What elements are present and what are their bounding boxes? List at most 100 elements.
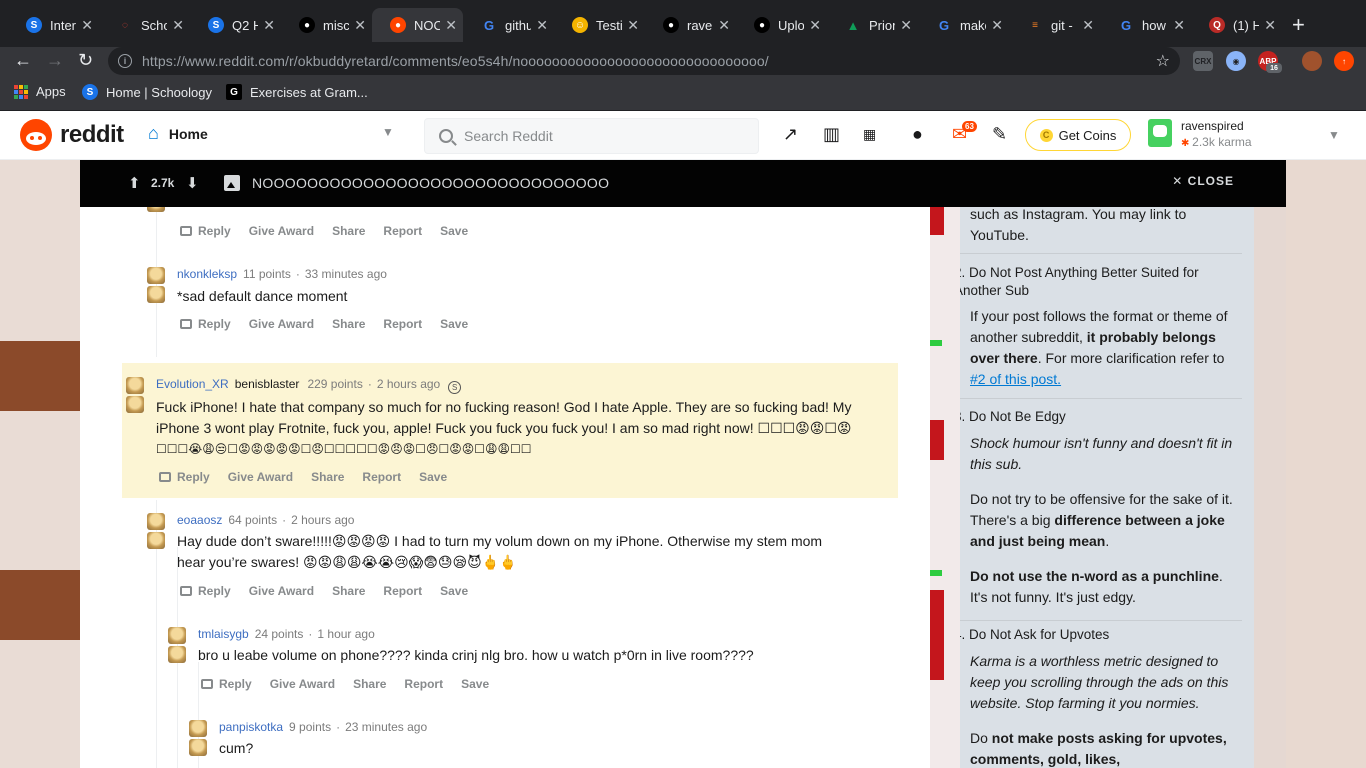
comment-author[interactable]: tmlaisygb — [198, 627, 249, 641]
bookmark-gram[interactable]: G Exercises at Gram... — [226, 84, 368, 100]
back-icon[interactable]: ← — [14, 50, 32, 71]
report-button[interactable]: Report — [383, 317, 422, 331]
close-tab-icon[interactable]: ✕ — [991, 17, 1003, 34]
leaderboard-icon[interactable]: ▥ — [823, 125, 840, 143]
reload-icon[interactable]: ↻ — [78, 50, 93, 71]
browser-tab[interactable]: ● NOO ✕ — [372, 8, 463, 42]
browser-tab[interactable]: S Q2 H ✕ — [190, 8, 281, 42]
report-button[interactable]: Report — [383, 584, 422, 598]
trending-icon[interactable]: ↗ — [783, 125, 798, 143]
bookmark-schoology[interactable]: S Home | Schoology — [82, 84, 212, 100]
close-tab-icon[interactable]: ✕ — [1173, 17, 1185, 34]
reply-button[interactable]: Reply — [159, 470, 210, 484]
silver-award-icon[interactable]: S — [448, 381, 462, 394]
crx-extension-icon[interactable]: CRX — [1193, 51, 1213, 71]
comment-author[interactable]: eoaaosz — [177, 513, 222, 527]
share-button[interactable]: Share — [332, 584, 365, 598]
reply-button[interactable]: Reply — [180, 317, 231, 331]
browser-tab[interactable]: ≡ git - ✕ — [1009, 8, 1100, 42]
user-avatar[interactable] — [189, 720, 207, 756]
give-award-button[interactable]: Give Award — [249, 317, 314, 331]
browser-tab[interactable]: Q (1) H ✕ — [1191, 8, 1282, 42]
user-menu[interactable]: ravenspired ✱ 2.3k karma — [1148, 119, 1252, 149]
bookmark-star-icon[interactable]: ☆ — [1156, 51, 1170, 71]
close-tab-icon[interactable]: ✕ — [718, 17, 730, 34]
search-input[interactable] — [464, 128, 744, 144]
comment-author[interactable]: nkonkleksp — [177, 267, 237, 281]
report-button[interactable]: Report — [383, 224, 422, 238]
user-avatar[interactable] — [147, 513, 165, 549]
close-tab-icon[interactable]: ✕ — [900, 17, 912, 34]
save-button[interactable]: Save — [440, 317, 468, 331]
save-button[interactable]: Save — [440, 584, 468, 598]
comment-time[interactable]: 1 hour ago — [317, 627, 374, 641]
chat-icon[interactable]: ● — [912, 125, 923, 143]
browser-tab[interactable]: S Inter ✕ — [8, 8, 99, 42]
comment-time[interactable]: 33 minutes ago — [305, 267, 387, 281]
extension-icon[interactable]: ◉ — [1226, 51, 1246, 71]
address-bar[interactable]: i https://www.reddit.com/r/okbuddyretard… — [108, 47, 1180, 75]
reply-button[interactable]: Reply — [180, 224, 231, 238]
close-tab-icon[interactable]: ✕ — [1264, 17, 1276, 34]
downvote-icon[interactable]: ⬇ — [186, 174, 199, 192]
get-coins-button[interactable]: C Get Coins — [1025, 119, 1131, 151]
search-bar[interactable] — [424, 118, 759, 154]
close-tab-icon[interactable]: ✕ — [1082, 17, 1094, 34]
share-button[interactable]: Share — [332, 317, 365, 331]
upvote-icon[interactable]: ⬆ — [128, 174, 141, 192]
close-tab-icon[interactable]: ✕ — [445, 17, 457, 34]
save-button[interactable]: Save — [419, 470, 447, 484]
profile-avatar[interactable] — [1302, 51, 1322, 71]
share-button[interactable]: Share — [332, 224, 365, 238]
reply-button[interactable]: Reply — [201, 677, 252, 691]
share-button[interactable]: Share — [311, 470, 344, 484]
forward-icon[interactable]: → — [46, 50, 64, 71]
comment-author[interactable]: Evolution_XR — [156, 377, 229, 391]
bookmark-apps[interactable]: Apps — [14, 84, 66, 99]
rule-2-title[interactable]: 2.Do Not Post Anything Better Suited for… — [960, 264, 1224, 300]
update-icon[interactable]: ↑ — [1334, 51, 1354, 71]
home-dropdown[interactable]: ⌂ Home ▼ — [148, 123, 398, 144]
share-button[interactable]: Share — [353, 677, 386, 691]
give-award-button[interactable]: Give Award — [228, 470, 293, 484]
close-tab-icon[interactable]: ✕ — [809, 17, 821, 34]
url-text[interactable]: https://www.reddit.com/r/okbuddyretard/c… — [142, 53, 769, 69]
browser-tab[interactable]: Gmake ✕ — [918, 8, 1009, 42]
close-tab-icon[interactable]: ✕ — [627, 17, 639, 34]
create-post-icon[interactable]: ✎ — [992, 125, 1007, 143]
new-tab-button[interactable]: + — [1292, 12, 1305, 38]
reddit-logo-icon[interactable] — [20, 119, 52, 151]
close-button[interactable]: ✕ CLOSE — [1172, 174, 1234, 188]
browser-tab[interactable]: ● raver ✕ — [645, 8, 736, 42]
browser-tab[interactable]: Ggithu ✕ — [463, 8, 554, 42]
rule-4-title[interactable]: 4.Do Not Ask for Upvotes — [960, 626, 1109, 644]
user-avatar[interactable] — [147, 267, 165, 303]
save-button[interactable]: Save — [461, 677, 489, 691]
close-tab-icon[interactable]: ✕ — [263, 17, 275, 34]
comment-time[interactable]: 2 hours ago — [377, 377, 440, 391]
give-award-button[interactable]: Give Award — [249, 224, 314, 238]
comment-time[interactable]: 2 hours ago — [291, 513, 354, 527]
browser-tab[interactable]: ● misc ✕ — [281, 8, 372, 42]
chevron-down-icon[interactable]: ▼ — [1328, 128, 1340, 142]
rule-2-link[interactable]: #2 of this post. — [970, 371, 1061, 387]
browser-tab[interactable]: ☺ Testi ✕ — [554, 8, 645, 42]
reddit-wordmark[interactable]: reddit — [60, 121, 124, 149]
report-button[interactable]: Report — [362, 470, 401, 484]
browser-tab[interactable]: ▲ Prior ✕ — [827, 8, 918, 42]
browser-tab[interactable]: Ghow ✕ — [1100, 8, 1191, 42]
comment-time[interactable]: 23 minutes ago — [345, 720, 427, 734]
report-button[interactable]: Report — [404, 677, 443, 691]
give-award-button[interactable]: Give Award — [270, 677, 335, 691]
browser-tab[interactable]: ● Uplo ✕ — [736, 8, 827, 42]
rpan-icon[interactable]: ▦ — [863, 125, 876, 143]
close-tab-icon[interactable]: ✕ — [172, 17, 184, 34]
user-avatar[interactable] — [168, 627, 186, 663]
browser-tab[interactable]: ◌ Scho ✕ — [99, 8, 190, 42]
close-tab-icon[interactable]: ✕ — [81, 17, 93, 34]
reply-button[interactable]: Reply — [180, 584, 231, 598]
site-info-icon[interactable]: i — [118, 54, 132, 68]
user-avatar[interactable] — [147, 207, 165, 213]
rule-3-title[interactable]: 3.Do Not Be Edgy — [960, 408, 1066, 426]
give-award-button[interactable]: Give Award — [249, 584, 314, 598]
